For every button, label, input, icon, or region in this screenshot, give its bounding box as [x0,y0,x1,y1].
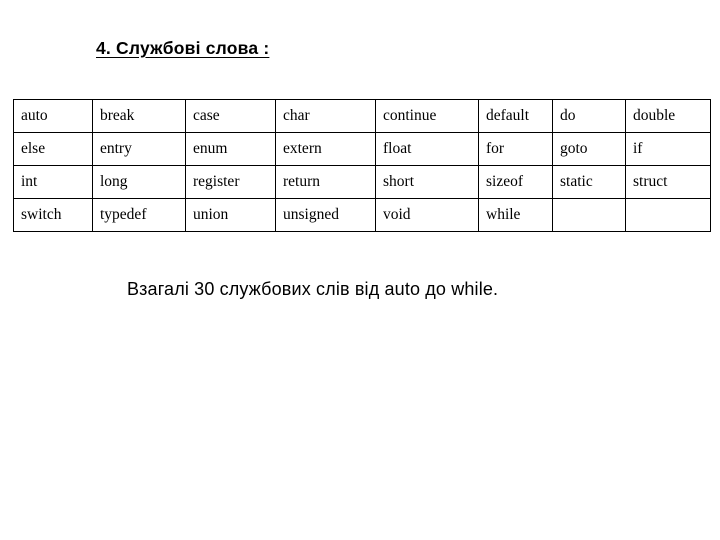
table-cell-keyword: break [92,99,186,133]
table-cell-keyword: entry [92,132,186,166]
table-cell-keyword: auto [13,99,93,133]
table-row: int long register return short sizeof st… [13,165,711,199]
table-cell-keyword: continue [375,99,479,133]
table-cell-keyword: do [552,99,626,133]
table-cell-keyword-empty [552,198,626,232]
table-cell-keyword: else [13,132,93,166]
table-cell-keyword: long [92,165,186,199]
table-cell-keyword: int [13,165,93,199]
table-cell-keyword: union [185,198,276,232]
table-cell-keyword: switch [13,198,93,232]
table-cell-keyword: char [275,99,376,133]
table-cell-keyword: sizeof [478,165,553,199]
table-cell-keyword: enum [185,132,276,166]
table-cell-keyword: struct [625,165,711,199]
table-cell-keyword: float [375,132,479,166]
table-cell-keyword: double [625,99,711,133]
table-cell-keyword: short [375,165,479,199]
table-cell-keyword: void [375,198,479,232]
table-cell-keyword: while [478,198,553,232]
table-row: switch typedef union unsigned void while [13,198,711,232]
keyword-table: auto break case char continue default do… [13,99,711,232]
page-title: 4. Службові слова : [96,38,270,58]
table-cell-keyword: if [625,132,711,166]
table-cell-keyword: extern [275,132,376,166]
table-cell-keyword: register [185,165,276,199]
table-cell-keyword: for [478,132,553,166]
keyword-table-container: auto break case char continue default do… [13,99,711,232]
slide-canvas: 4. Службові слова : auto break case char… [0,0,720,540]
table-cell-keyword: typedef [92,198,186,232]
table-cell-keyword: unsigned [275,198,376,232]
table-cell-keyword: default [478,99,553,133]
table-cell-keyword: goto [552,132,626,166]
slide-caption: Взагалі 30 службових слів від auto до wh… [127,279,499,299]
table-row: auto break case char continue default do… [13,99,711,133]
table-row: else entry enum extern float for goto if [13,132,711,166]
table-cell-keyword-empty [625,198,711,232]
table-cell-keyword: case [185,99,276,133]
table-cell-keyword: static [552,165,626,199]
table-cell-keyword: return [275,165,376,199]
